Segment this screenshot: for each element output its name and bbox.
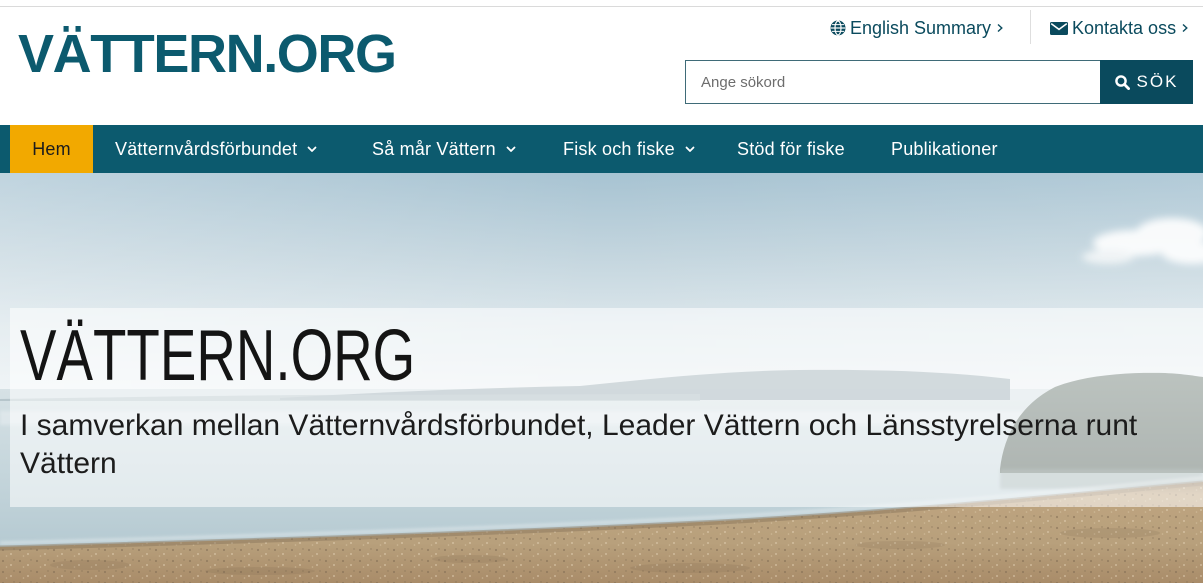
chevron-down-icon xyxy=(307,146,317,152)
chevron-right-icon xyxy=(997,23,1003,33)
nav-item-label: Stöd för fiske xyxy=(737,138,845,159)
site-logo[interactable]: VÄTTERN.ORG xyxy=(18,27,397,81)
search-button-label: SÖK xyxy=(1136,72,1179,91)
main-nav: Hem Vätternvårdsförbundet Så mår Vättern… xyxy=(0,125,1203,173)
chevron-down-icon xyxy=(685,146,695,152)
top-divider xyxy=(0,6,1203,7)
nav-item-label: Så mår Vättern xyxy=(372,138,496,159)
nav-item-label: Vätternvårdsförbundet xyxy=(115,138,298,159)
nav-item-label: Fisk och fiske xyxy=(563,138,675,159)
nav-item-sa-mar-vattern[interactable]: Så mår Vättern xyxy=(350,125,538,173)
utility-nav-divider xyxy=(1030,10,1031,44)
search-form: SÖK xyxy=(685,60,1193,104)
nav-item-hem[interactable]: Hem xyxy=(10,125,93,173)
english-summary-link[interactable]: English Summary xyxy=(830,16,1003,40)
contact-link[interactable]: Kontakta oss xyxy=(1050,16,1188,40)
site-header: VÄTTERN.ORG English Summary Kontakta oss xyxy=(0,0,1203,125)
contact-label: Kontakta oss xyxy=(1072,18,1177,38)
search-icon xyxy=(1114,74,1130,90)
nav-item-fisk-och-fiske[interactable]: Fisk och fiske xyxy=(541,125,717,173)
nav-item-stod-for-fiske[interactable]: Stöd för fiske xyxy=(715,125,867,173)
envelope-icon xyxy=(1050,21,1068,35)
search-input[interactable] xyxy=(685,60,1100,104)
english-summary-label: English Summary xyxy=(850,18,992,38)
chevron-right-icon xyxy=(1182,23,1188,33)
hero-title: VÄTTERN.ORG xyxy=(20,316,416,396)
nav-item-label: Hem xyxy=(32,138,71,159)
chevron-down-icon xyxy=(506,146,516,152)
nav-item-publikationer[interactable]: Publikationer xyxy=(869,125,1020,173)
hero-text-panel: VÄTTERN.ORG I samverkan mellan Vätternvå… xyxy=(10,308,1203,507)
search-button[interactable]: SÖK xyxy=(1100,60,1193,104)
hero-subtitle: I samverkan mellan Vätternvårdsförbundet… xyxy=(20,409,1138,480)
globe-icon xyxy=(830,20,846,36)
hero-banner: VÄTTERN.ORG I samverkan mellan Vätternvå… xyxy=(0,173,1203,583)
nav-item-label: Publikationer xyxy=(891,138,998,159)
nav-item-vatternvardsforbundet[interactable]: Vätternvårdsförbundet xyxy=(93,125,339,173)
